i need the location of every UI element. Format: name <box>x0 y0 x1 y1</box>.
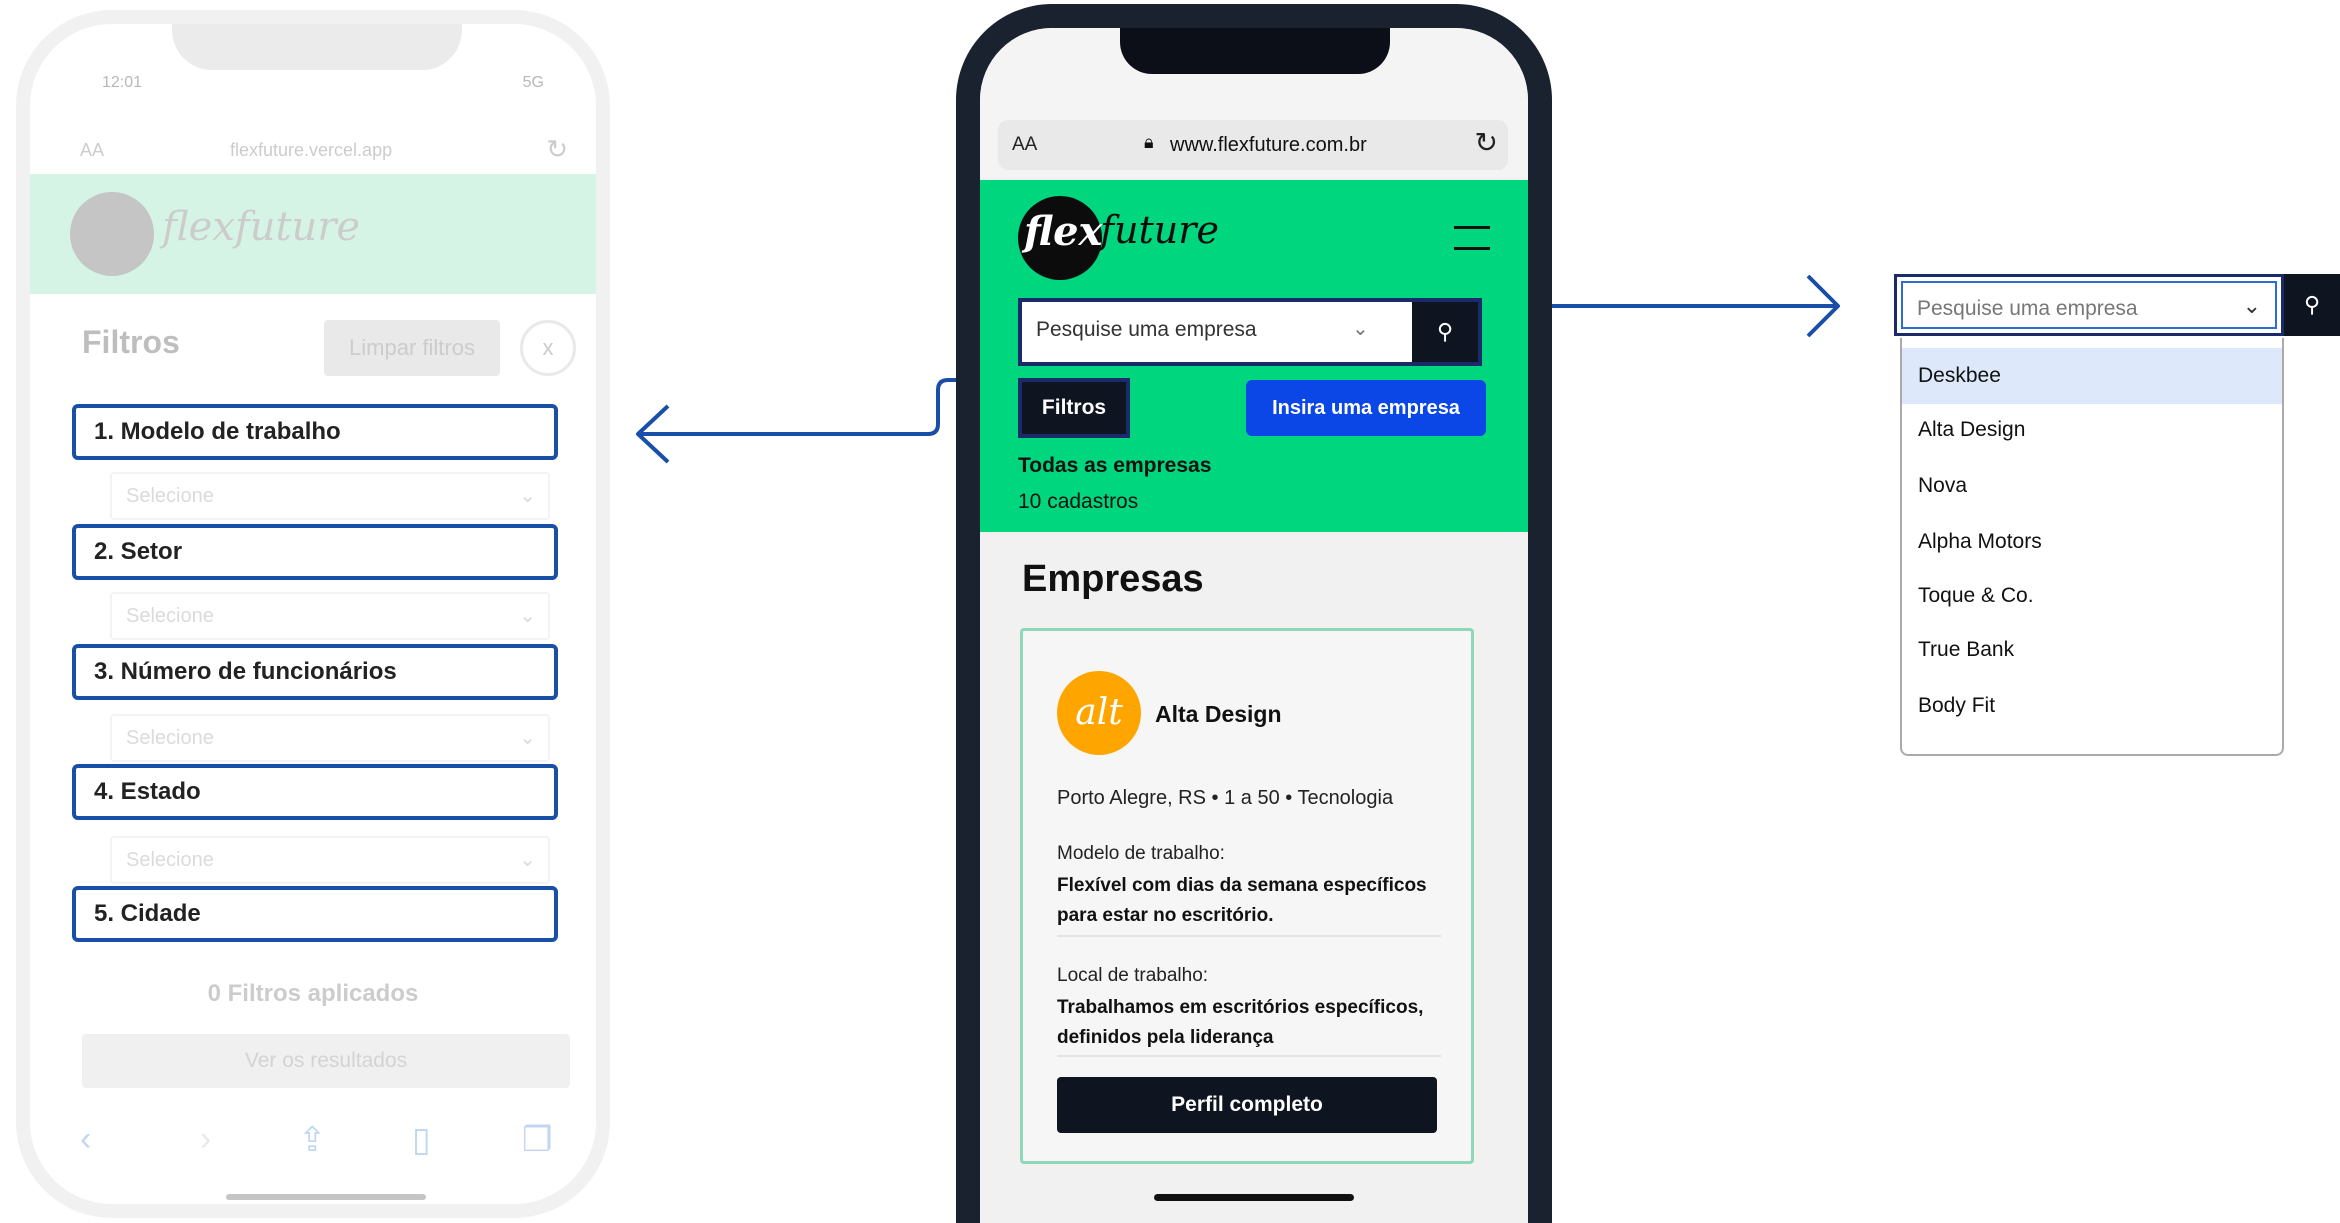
dropdown-search-input[interactable]: Pesquise uma empresa <box>1917 297 2138 321</box>
search-input[interactable]: Pesquise uma empresa <box>1036 318 1257 342</box>
company-info: Porto Alegre, RS • 1 a 50 • Tecnologia <box>1057 787 1394 809</box>
dropdown-search-button[interactable]: ⚲ <box>2284 274 2340 336</box>
registrations-count: 10 cadastros <box>1018 490 1139 513</box>
search-icon: ⚲ <box>2303 292 2321 317</box>
site-header: flex future Pesquise uma empresa ⌄ ⚲ Fil… <box>980 180 1528 532</box>
dropdown-option[interactable]: Nova <box>1902 458 2282 514</box>
filters-button[interactable]: Filtros <box>1018 378 1130 438</box>
work-model-label: Modelo de trabalho: <box>1057 843 1225 864</box>
chevron-down-icon[interactable]: ⌄ <box>2243 293 2261 319</box>
company-dropdown-list: Deskbee Alta Design Nova Alpha Motors To… <box>1900 338 2284 756</box>
dropdown-option[interactable]: Alta Design <box>1902 402 2282 458</box>
phone-notch <box>1120 28 1390 74</box>
reload-icon[interactable]: ↻ <box>1475 126 1498 159</box>
work-place-label: Local de trabalho: <box>1057 965 1209 986</box>
dropdown-search-field[interactable]: Pesquise uma empresa ⌄ <box>1894 274 2284 336</box>
url-text: www.flexfuture.com.br <box>1170 134 1367 156</box>
insert-company-button[interactable]: Insira uma empresa <box>1246 380 1486 436</box>
dropdown-option[interactable]: Body Fit <box>1902 678 2282 734</box>
all-companies-title: Todas as empresas <box>1018 454 1212 477</box>
company-search[interactable]: Pesquise uma empresa ⌄ ⚲ <box>1018 298 1482 366</box>
divider <box>1057 1055 1441 1057</box>
search-icon: ⚲ <box>1436 319 1454 344</box>
company-name: Alta Design <box>1155 701 1282 727</box>
full-profile-button[interactable]: Perfil completo <box>1057 1077 1437 1133</box>
company-card: alt Alta Design Porto Alegre, RS • 1 a 5… <box>1020 628 1474 1164</box>
search-button[interactable]: ⚲ <box>1412 302 1478 362</box>
main-phone-mockup: AA 🔒︎ www.flexfuture.com.br ↻ flex futur… <box>956 4 1552 1223</box>
work-place-value: Trabalhamos em escritórios específicos, … <box>1057 997 1424 1048</box>
browser-url-bar[interactable]: AA 🔒︎ www.flexfuture.com.br ↻ <box>998 120 1508 170</box>
work-model-value: Flexível com dias da semana específicos … <box>1057 875 1427 926</box>
dropdown-option[interactable]: Deskbee <box>1902 348 2282 404</box>
text-size-button[interactable]: AA <box>1012 134 1037 156</box>
logo-text-future: future <box>1100 208 1219 252</box>
dropdown-option[interactable]: Toque & Co. <box>1902 568 2282 624</box>
company-logo: alt <box>1057 671 1141 755</box>
section-title: Empresas <box>1022 558 1204 600</box>
dropdown-option[interactable]: True Bank <box>1902 622 2282 678</box>
home-indicator <box>1154 1194 1354 1201</box>
divider <box>1057 935 1441 937</box>
menu-icon[interactable] <box>1454 226 1490 252</box>
lock-icon: 🔒︎ <box>1144 132 1154 152</box>
logo-text-flex: flex <box>1024 208 1103 255</box>
chevron-down-icon: ⌄ <box>1352 318 1369 340</box>
dropdown-option[interactable]: Alpha Motors <box>1902 514 2282 570</box>
